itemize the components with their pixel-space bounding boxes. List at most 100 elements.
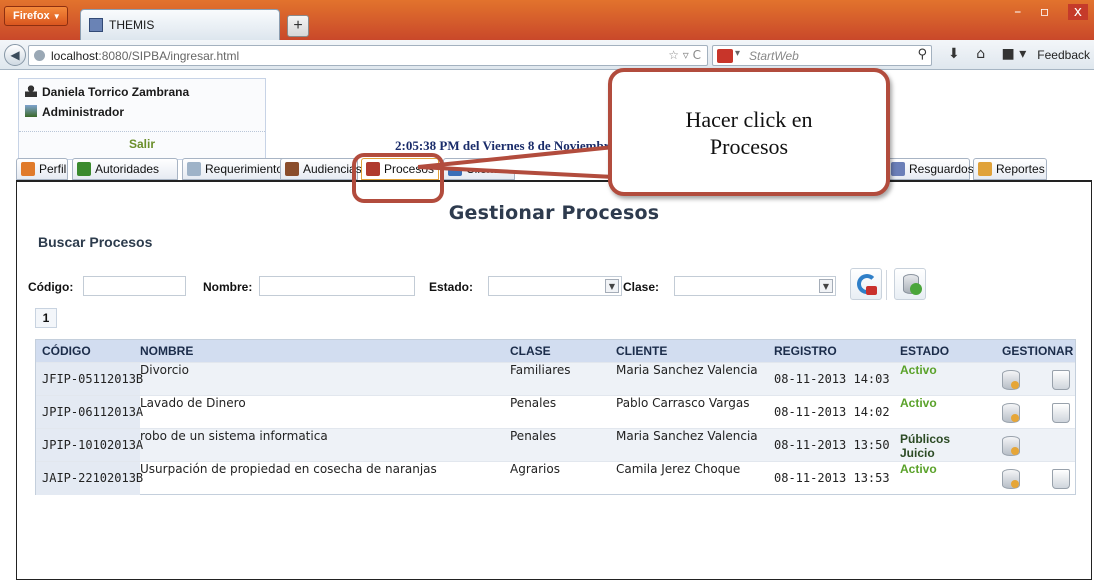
table-header-row: CÓDIGO NOMBRE CLASE CLIENTE REGISTRO EST…: [36, 340, 1075, 362]
header-nombre[interactable]: NOMBRE: [140, 340, 193, 362]
url-bar[interactable]: localhost:8080/SIPBA/ingresar.html ☆ ▿ C: [28, 45, 708, 66]
tab-resguardos[interactable]: Resguardos: [886, 158, 974, 180]
minimize-icon[interactable]: –: [1014, 4, 1021, 20]
tab-autoridades[interactable]: Autoridades: [72, 158, 178, 180]
search-bar[interactable]: ▾ StartWeb ⚲: [712, 45, 932, 66]
download-icon[interactable]: ⬇: [948, 46, 960, 62]
new-tab-button[interactable]: +: [287, 15, 309, 37]
estado-select[interactable]: ▼: [488, 276, 622, 296]
back-button[interactable]: ◀: [4, 44, 26, 66]
cell-registro: 08-11-2013 14:02: [774, 405, 890, 419]
main-panel: Gestionar Procesos Buscar Procesos Códig…: [16, 180, 1092, 580]
cell-estado: Públicos Juicio: [900, 429, 950, 462]
clase-select[interactable]: ▼: [674, 276, 836, 296]
close-icon[interactable]: x: [1067, 4, 1088, 20]
bookmark-star-icon[interactable]: ☆ ▿ C: [668, 48, 701, 62]
cell-nombre: Usurpación de propiedad en cosecha de na…: [140, 462, 437, 476]
url-host: localhost: [51, 49, 99, 63]
logout-link[interactable]: Salir: [19, 137, 265, 151]
clase-label: Clase:: [623, 280, 660, 294]
delete-icon[interactable]: [1052, 469, 1070, 489]
edit-icon[interactable]: [1002, 436, 1020, 456]
header-registro[interactable]: REGISTRO: [774, 340, 837, 362]
search-engine-icon[interactable]: [717, 49, 733, 63]
callout-line-2: Procesos: [709, 134, 789, 159]
cell-registro: 08-11-2013 14:03: [774, 372, 890, 386]
firefox-menu-label: Firefox: [13, 10, 50, 22]
estado-label: Estado:: [429, 280, 474, 294]
feedback-button[interactable]: Feedback: [1037, 48, 1090, 62]
url-path: :8080/SIPBA/ingresar.html: [98, 49, 240, 63]
tab-audiencias[interactable]: Audiencias: [280, 158, 362, 180]
search-placeholder: StartWeb: [749, 49, 799, 63]
firefox-menu-button[interactable]: Firefox ▼: [4, 6, 68, 26]
new-process-button[interactable]: [894, 268, 926, 300]
chevron-down-icon[interactable]: ▼: [605, 279, 619, 293]
delete-icon[interactable]: [1052, 370, 1070, 390]
cell-cliente: Maria Sanchez Valencia: [616, 429, 758, 443]
user-role: Administrador: [42, 105, 125, 119]
cell-nombre: Lavado de Dinero: [140, 396, 246, 410]
search-section-title: Buscar Procesos: [38, 234, 153, 250]
tab-reportes[interactable]: Reportes: [973, 158, 1047, 180]
search-engine-dropdown-icon[interactable]: ▾: [735, 48, 740, 59]
callout-text: Hacer click en Procesos: [612, 106, 886, 160]
admin-icon: [25, 105, 37, 117]
user-icon: [25, 85, 37, 97]
chevron-down-icon: ▼: [52, 12, 61, 21]
codigo-input[interactable]: [83, 276, 186, 296]
cell-registro: 08-11-2013 13:50: [774, 438, 890, 452]
edit-icon[interactable]: [1002, 370, 1020, 390]
callout-pointer: [418, 145, 616, 179]
tutorial-callout: Hacer click en Procesos: [608, 68, 890, 196]
themis-favicon-icon: [89, 18, 103, 32]
home-icon[interactable]: ⌂: [976, 46, 985, 62]
tab-label: Resguardos: [909, 162, 974, 176]
cell-clase: Familiares: [510, 363, 571, 377]
table-row[interactable]: JPIP-10102013A robo de un sistema inform…: [36, 428, 1075, 462]
maximize-icon[interactable]: ▫: [1040, 4, 1050, 20]
procesos-tab-highlight: [352, 153, 444, 203]
table-row[interactable]: JAIP-22102013B Usurpación de propiedad e…: [36, 461, 1075, 495]
cell-nombre: robo de un sistema informatica: [140, 429, 328, 443]
add-badge-icon: [910, 283, 922, 295]
cell-codigo: JAIP-22102013B: [42, 471, 144, 485]
header-clase[interactable]: CLASE: [510, 340, 551, 362]
tab-label: Perfil: [39, 162, 67, 176]
search-icon[interactable]: ⚲: [917, 47, 927, 62]
page-number-button[interactable]: 1: [35, 308, 57, 328]
nombre-input[interactable]: [259, 276, 415, 296]
delete-icon[interactable]: [1052, 403, 1070, 423]
refresh-search-button[interactable]: [850, 268, 882, 300]
callout-line-1: Hacer click en: [685, 107, 813, 132]
addon-icon[interactable]: ■ ▾: [1002, 46, 1027, 62]
processes-table: CÓDIGO NOMBRE CLASE CLIENTE REGISTRO EST…: [35, 339, 1076, 495]
cell-estado: Activo: [900, 396, 937, 410]
cell-clase: Agrarios: [510, 462, 560, 476]
browser-tab[interactable]: THEMIS: [80, 9, 280, 40]
globe-icon: [34, 50, 45, 61]
estado-line-2: Juicio: [900, 446, 935, 460]
table-row[interactable]: JPIP-06112013A Lavado de Dinero Penales …: [36, 395, 1075, 429]
header-cliente[interactable]: CLIENTE: [616, 340, 667, 362]
edit-icon[interactable]: [1002, 469, 1020, 489]
user-role-row: Administrador: [25, 105, 124, 119]
authorities-icon: [77, 162, 91, 176]
header-codigo[interactable]: CÓDIGO: [42, 340, 91, 362]
tab-label: Autoridades: [95, 162, 160, 176]
codigo-label: Código:: [28, 280, 74, 294]
tab-perfil[interactable]: Perfil: [16, 158, 68, 180]
nav-icon-group: ⬇ ⌂ ■ ▾: [948, 46, 1038, 62]
browser-tab-title: THEMIS: [109, 18, 155, 32]
cell-clase: Penales: [510, 429, 557, 443]
profile-icon: [21, 162, 35, 176]
chevron-down-icon[interactable]: ▼: [819, 279, 833, 293]
header-gestionar: GESTIONAR: [1002, 344, 1074, 358]
header-estado[interactable]: ESTADO: [900, 340, 949, 362]
nombre-label: Nombre:: [203, 280, 253, 294]
page-title: Gestionar Procesos: [448, 202, 660, 224]
user-name-row: Daniela Torrico Zambrana: [25, 85, 189, 99]
table-row[interactable]: JFIP-05112013B Divorcio Familiares Maria…: [36, 362, 1075, 396]
cell-nombre: Divorcio: [140, 363, 189, 377]
edit-icon[interactable]: [1002, 403, 1020, 423]
